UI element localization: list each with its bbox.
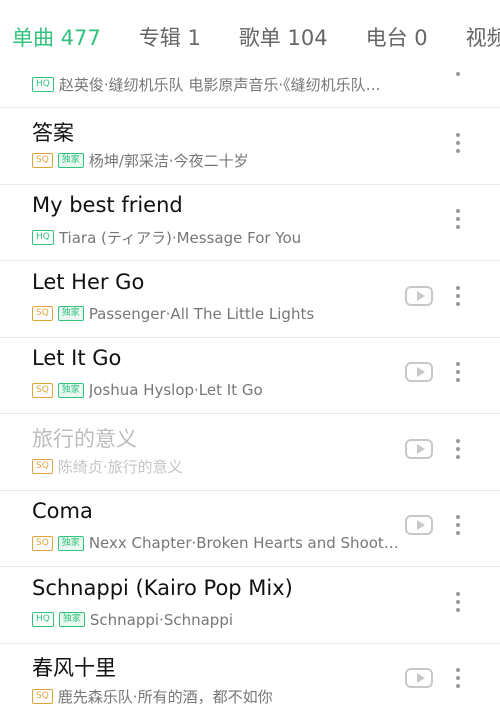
tab-1[interactable]: 专辑 1 [139,0,201,68]
song-subtitle: SQ 独家 Nexx Chapter·Broken Hearts and Shoot… [32,533,399,553]
song-title: Let Her Go [32,269,145,294]
more-dot [456,607,460,612]
more-dot [456,293,460,298]
song-subtitle: HQ 独家 Schnappi·Schnappi [32,610,233,630]
song-row[interactable]: My best friend HQ Tiara (ティアラ)·Message For… [0,185,500,261]
more-dot [456,668,460,672]
more-vertical-icon[interactable] [448,358,468,386]
song-title: Schnappi (Kairo Pop Mix) [32,575,293,600]
play-video-icon[interactable] [405,362,433,382]
sq-badge: SQ [32,688,53,704]
more-dot [456,676,460,680]
more-dot [456,446,460,451]
song-title: 旅行的意义 [32,426,137,451]
more-dot [456,362,460,366]
more-dot [456,285,460,290]
play-video-icon[interactable] [405,438,433,459]
tab-2[interactable]: 歌单 104 [239,0,328,68]
more-vertical-icon[interactable] [448,588,468,616]
hq-badge: HQ [32,229,54,245]
artist-album: 杨坤/郭采洁·今夜二十岁 [88,152,249,170]
more-dot [456,72,460,76]
song-title: Let It Go [32,346,122,370]
artist-album: Joshua Hyslop·Let It Go [88,381,263,399]
more-dot [456,132,460,137]
song-subtitle: SQ 陈绮贞·旅行的意义 [32,457,183,477]
song-row[interactable]: Let It Go SQ 独家 Joshua Hyslop·Let It Go [0,338,500,414]
sq-badge: SQ [32,382,53,398]
song-subtitle: SQ 独家 杨坤/郭采洁·今夜二十岁 [32,151,249,171]
category-tabs: 单曲 477 专辑 1 歌单 104 电台 0 视频 [0,0,500,68]
more-dot [456,301,460,306]
artist-album: Nexx Chapter·Broken Hearts and Shoot… [88,534,399,552]
more-dot [456,531,460,535]
song-row[interactable]: 答案 SQ 独家 杨坤/郭采洁·今夜二十岁 [0,109,500,185]
song-subtitle: SQ 鹿先森乐队·所有的酒，都不如你 [32,686,273,706]
more-dot [456,523,460,527]
song-title: 春风十里 [32,656,116,680]
artist-album: Tiara (ティアラ)·Message For You [58,228,302,247]
more-dot [456,148,460,153]
exclusive-badge: 独家 [58,612,85,627]
exclusive-badge: 独家 [57,153,84,168]
exclusive-badge: 独家 [57,382,84,398]
song-subtitle: HQ Tiara (ティアラ)·Message For You [32,227,301,247]
more-dot [456,225,460,229]
more-dot [456,378,460,382]
sq-badge: SQ [32,306,53,321]
artist-album: 鹿先森乐队·所有的酒，都不如你 [57,687,273,706]
more-dot [456,454,460,459]
more-dot [456,684,460,688]
song-subtitle: HQ 赵英俊·缝纫机乐队 电影原声音乐·《缝纫机乐队… [32,74,381,94]
song-list: 邮差 (Demo)HQ赵英俊·缝纫机乐队 电影原声音乐·《缝纫机乐队…答案SQ独… [0,0,500,710]
song-subtitle: SQ 独家 Joshua Hyslop·Let It Go [32,380,263,400]
song-row[interactable]: Let Her Go SQ 独家 Passenger·All The Little L… [0,262,500,338]
song-row[interactable]: 旅行的意义 SQ 陈绮贞·旅行的意义 [0,415,500,491]
more-vertical-icon[interactable] [448,282,468,310]
more-dot [456,599,460,604]
more-dot [456,209,460,213]
tab-3[interactable]: 电台 0 [366,0,428,68]
tab-0[interactable]: 单曲 477 [12,0,101,68]
song-row[interactable]: 春风十里 SQ 鹿先森乐队·所有的酒，都不如你 [0,644,500,710]
sq-badge: SQ [32,535,53,551]
more-dot [456,370,460,374]
more-dot [456,591,460,596]
sq-badge: SQ [32,153,53,168]
more-vertical-icon[interactable] [448,435,468,463]
artist-album: 陈绮贞·旅行的意义 [57,458,183,476]
sq-badge: SQ [32,459,53,474]
song-title: My best friend [32,193,183,217]
hq-badge: HQ [32,76,54,92]
more-vertical-icon[interactable] [448,129,468,157]
song-title: 答案 [32,120,74,145]
more-dot [456,217,460,221]
play-video-icon[interactable] [405,285,433,306]
song-subtitle: SQ 独家 Passenger·All The Little Lights [32,304,314,324]
song-row[interactable]: Schnappi (Kairo Pop Mix) HQ 独家 Schnappi·Sch… [0,568,500,644]
more-vertical-icon[interactable] [448,205,468,233]
artist-album: 赵英俊·缝纫机乐队 电影原声音乐·《缝纫机乐队… [58,75,381,94]
song-row[interactable]: Coma SQ 独家 Nexx Chapter·Broken Hearts and S… [0,491,500,567]
artist-album: Passenger·All The Little Lights [88,304,315,323]
play-video-icon[interactable] [405,515,433,535]
exclusive-badge: 独家 [57,535,84,551]
artist-album: Schnappi·Schnappi [89,610,234,629]
more-vertical-icon[interactable] [448,511,468,539]
more-dot [456,515,460,519]
more-vertical-icon[interactable] [448,664,468,692]
play-video-icon[interactable] [405,668,433,688]
hq-badge: HQ [32,612,54,627]
more-dot [456,140,460,145]
tab-4[interactable]: 视频 [466,0,500,68]
exclusive-badge: 独家 [57,306,84,321]
song-title: Coma [32,499,93,523]
more-dot [456,438,460,443]
